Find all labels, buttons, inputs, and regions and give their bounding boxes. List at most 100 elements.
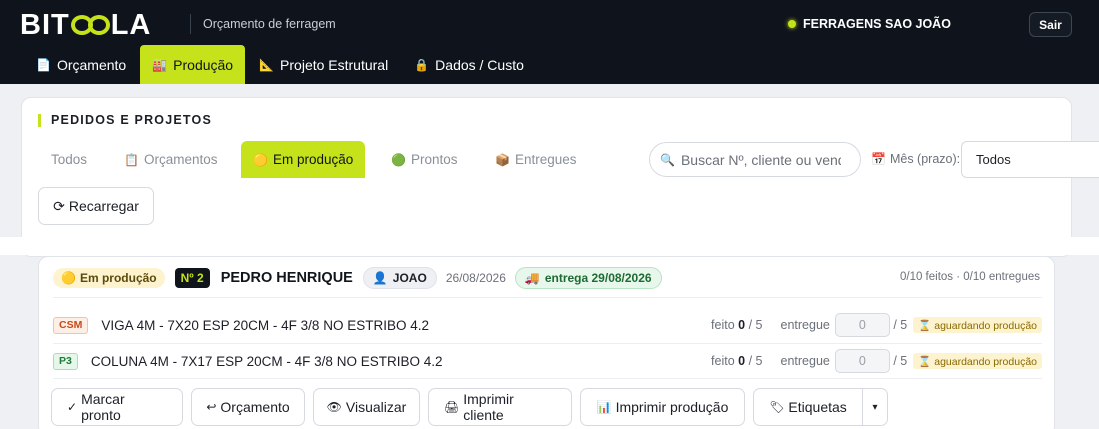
yellow-circle-icon: 🟡 <box>253 152 268 167</box>
reload-button[interactable]: ⟳ Recarregar <box>38 187 154 225</box>
filter-todos[interactable]: Todos <box>39 141 99 178</box>
month-select[interactable]: Todos <box>961 141 1099 178</box>
print-client-button[interactable]: 🖨 Imprimir cliente <box>428 388 572 426</box>
user-icon: 👤 <box>372 271 388 285</box>
filter-prontos[interactable]: 🟢 Prontos <box>379 141 469 178</box>
item-progress: feito 0 / 5 entregue 0 / 5 ⌛ aguardando … <box>711 313 1042 337</box>
filter-orcamentos[interactable]: 📋 Orçamentos <box>112 141 229 178</box>
filter-label: Prontos <box>410 152 458 167</box>
eye-icon: 👁 <box>326 400 342 414</box>
button-label: Imprimir cliente <box>463 391 514 423</box>
search-box: 🔍 <box>649 142 861 177</box>
app-subtitle: Orçamento de ferragem <box>203 17 336 31</box>
item-progress: feito 0 / 5 entregue 0 / 5 ⌛ aguardando … <box>711 349 1042 373</box>
button-label: Visualizar <box>345 399 407 415</box>
order-number-badge: Nº 2 <box>174 268 210 288</box>
reload-icon: ⟳ <box>53 197 65 214</box>
clipboard-icon: 📋 <box>124 152 139 167</box>
done-count: 0 <box>738 318 746 332</box>
item-code: CSM <box>53 316 89 334</box>
month-filter-label: 📅 Mês (prazo): <box>871 152 960 166</box>
online-dot-icon <box>788 20 796 28</box>
factory-icon: 🏭 <box>152 57 168 72</box>
order-date: 26/08/2026 <box>445 271 506 285</box>
button-label: Marcar pronto <box>81 391 125 423</box>
order-actions: ✓ Marcar pronto ↩ Orçamento 👁 Visualizar… <box>51 388 888 426</box>
delivery-text: entrega 29/08/2026 <box>544 271 652 285</box>
client-name: PEDRO HENRIQUE <box>220 270 353 286</box>
print-production-button[interactable]: 📊 Imprimir produção <box>580 388 745 426</box>
orders-panel: PEDIDOS E PROJETOS Todos 📋 Orçamentos 🟡 … <box>21 97 1099 257</box>
main-nav: 📄 Orçamento 🏭 Produção 📐 Projeto Estrutu… <box>24 45 538 84</box>
status-text: Em produção <box>79 271 157 285</box>
button-label: Orçamento <box>220 399 290 415</box>
button-label: Imprimir produção <box>615 399 729 415</box>
triangle-ruler-icon: 📐 <box>259 57 275 72</box>
done-total: / 5 <box>748 318 763 332</box>
view-button[interactable]: 👁 Visualizar <box>313 388 420 426</box>
progress-counts: 0/10 feitos · 0/10 entregues <box>899 271 1040 283</box>
lock-icon: 🔒 <box>414 57 430 72</box>
tab-label: Orçamento <box>56 56 127 73</box>
status-badge: 🟡 Em produção <box>53 268 165 288</box>
delivered-input[interactable]: 0 <box>834 313 890 337</box>
package-icon: 📦 <box>495 152 510 167</box>
tag-icon: 🏷 <box>769 400 785 414</box>
mark-ready-button[interactable]: ✓ Marcar pronto <box>51 388 183 426</box>
logo: BIT LA <box>20 8 152 41</box>
document-icon: 📄 <box>36 57 51 72</box>
calendar-icon: 📅 <box>871 152 886 166</box>
company-name: FERRAGENS SAO JOÃO <box>803 17 951 31</box>
tab-label: Projeto Estrutural <box>280 56 389 73</box>
search-input[interactable] <box>680 151 841 168</box>
item-row: CSM VIGA 4M - 7X20 ESP 20CM - 4F 3/8 NO … <box>53 313 1042 337</box>
truck-icon: 🚚 <box>524 271 540 285</box>
printer-icon: 🖨 <box>444 400 460 414</box>
done-total: / 5 <box>748 354 763 368</box>
tab-producao[interactable]: 🏭 Produção <box>140 45 246 84</box>
tab-projeto-estrutural[interactable]: 📐 Projeto Estrutural <box>247 45 400 84</box>
delivery-badge: 🚚 entrega 29/08/2026 <box>514 267 662 289</box>
tab-orcamento[interactable]: 📄 Orçamento <box>24 45 138 84</box>
delivered-label: entregue <box>780 318 830 332</box>
return-icon: ↩ <box>206 400 217 414</box>
panel-title: PEDIDOS E PROJETOS <box>38 114 212 127</box>
logo-text-right: LA <box>110 8 152 41</box>
filter-label: Entregues <box>514 152 577 167</box>
labels-button[interactable]: 🏷 Etiquetas <box>753 388 863 426</box>
done-count: 0 <box>738 354 746 368</box>
filter-entregues[interactable]: 📦 Entregues <box>483 141 589 178</box>
delivered-label: entregue <box>780 354 830 368</box>
filter-label: Todos <box>51 152 88 167</box>
delivered-input[interactable]: 0 <box>834 349 890 373</box>
button-label: Etiquetas <box>788 399 847 415</box>
filter-em-producao[interactable]: 🟡 Em produção <box>241 141 366 178</box>
item-description: VIGA 4M - 7X20 ESP 20CM - 4F 3/8 NO ESTR… <box>101 317 429 333</box>
section-gap <box>0 237 1099 255</box>
company-indicator: FERRAGENS SAO JOÃO <box>788 17 951 31</box>
tab-dados-custo[interactable]: 🔒 Dados / Custo <box>402 45 536 84</box>
done-label: feito <box>711 354 735 368</box>
header-divider <box>190 14 191 34</box>
divider <box>53 378 1042 379</box>
logo-rings-icon <box>70 15 110 35</box>
order-header: 🟡 Em produção Nº 2 PEDRO HENRIQUE 👤 JOAO… <box>53 267 662 289</box>
tab-label: Produção <box>173 56 234 73</box>
month-label-text: Mês (prazo): <box>889 152 961 166</box>
seller-name: JOAO <box>392 271 427 285</box>
filter-label: Em produção <box>272 152 354 167</box>
tab-label: Dados / Custo <box>435 56 524 73</box>
search-icon: 🔍 <box>660 152 675 167</box>
green-circle-icon: 🟢 <box>391 152 406 167</box>
logout-button[interactable]: Sair <box>1029 12 1072 37</box>
item-description: COLUNA 4M - 7X17 ESP 20CM - 4F 3/8 NO ES… <box>90 353 443 369</box>
item-code: P3 <box>53 352 78 370</box>
yellow-circle-icon: 🟡 <box>61 271 76 285</box>
budget-button[interactable]: ↩ Orçamento <box>191 388 305 426</box>
delivered-total: / 5 <box>893 354 908 368</box>
chevron-down-icon: ▾ <box>872 401 878 413</box>
labels-dropdown-button[interactable]: ▾ <box>862 388 888 426</box>
divider <box>53 297 1042 298</box>
labels-split-button: 🏷 Etiquetas ▾ <box>753 388 888 426</box>
reload-label: Recarregar <box>68 198 139 214</box>
